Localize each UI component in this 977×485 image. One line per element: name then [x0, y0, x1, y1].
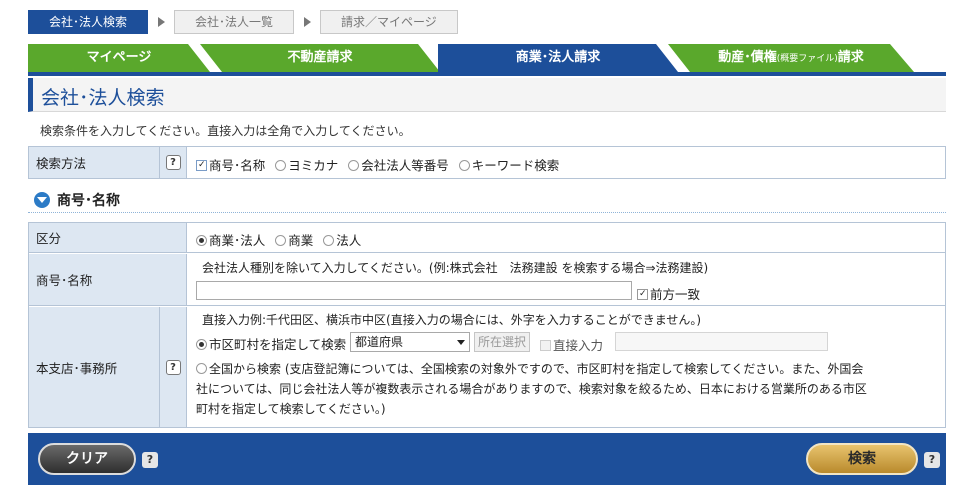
branch-help[interactable]: ? [159, 307, 186, 427]
radio-icon[interactable] [196, 363, 207, 374]
kubun-row: 区分 商業･法人 商業 法人 [29, 223, 945, 253]
search-button[interactable]: 検索 [806, 443, 918, 475]
radio-icon[interactable] [275, 235, 287, 246]
branch-option-nationwide-block: 全国から検索 (支店登記簿については、全国検索の対象外ですので、市区町村を指定し… [196, 359, 946, 419]
breadcrumb-step-company-list: 会社･法人一覧 [174, 10, 295, 34]
kubun-option-corporate[interactable]: 法人 [323, 233, 361, 248]
name-search-table: 区分 商業･法人 商業 法人 商号･名称 会社法人種別を除いて入力してください。… [28, 222, 946, 428]
tabs-underline [28, 72, 946, 76]
direct-input-field[interactable] [615, 332, 828, 351]
branch-option-nationwide[interactable]: 全国から検索 [196, 362, 281, 376]
branch-label: 本支店･事務所 [29, 307, 159, 427]
branch-example: 直接入力例:千代田区、横浜市中区(直接入力の場合には、外字を入力することができま… [202, 313, 702, 327]
kubun-label: 区分 [29, 223, 186, 252]
section-chevron-icon [34, 192, 50, 208]
radio-selected-icon[interactable] [196, 339, 207, 350]
radio-selected-icon[interactable] [196, 235, 207, 246]
radio-icon[interactable] [348, 160, 360, 171]
page-title: 会社･法人検索 [41, 87, 165, 109]
prefix-match-checkbox[interactable]: 前方一致 [637, 284, 700, 303]
shogo-row: 商号･名称 会社法人種別を除いて入力してください。(例:株式会社 法務建設 を検… [29, 254, 945, 306]
search-method-option-yomikana[interactable]: ヨミカナ [275, 158, 338, 173]
direct-input-checkbox[interactable]: 直接入力 [540, 335, 603, 354]
search-method-help[interactable]: ? [159, 147, 186, 178]
checkbox-checked-icon[interactable] [637, 289, 648, 300]
breadcrumb-step-request-mypage: 請求／マイページ [320, 10, 458, 34]
breadcrumb-step-company-search: 会社･法人検索 [28, 10, 149, 34]
breadcrumb-arrow-icon [304, 17, 312, 27]
kubun-options: 商業･法人 商業 法人 [186, 223, 945, 252]
branch-row: 本支店･事務所 ? 直接入力例:千代田区、横浜市中区(直接入力の場合には、外字を… [29, 307, 945, 427]
radio-selected-icon[interactable] [196, 160, 207, 171]
checkbox-icon[interactable] [540, 340, 551, 351]
main-tabs: マイページ 不動産請求 商業･法人請求 動産･債権(概要ファイル)請求 [28, 44, 946, 72]
search-method-label: 検索方法 [29, 147, 159, 178]
prefecture-select[interactable]: 都道府県 [350, 332, 470, 352]
help-icon[interactable]: ? [165, 359, 181, 375]
search-method-row: 検索方法 ? 商号･名称 ヨミカナ 会社法人等番号 キーワード検索 [29, 147, 945, 178]
shogo-label: 商号･名称 [29, 254, 186, 305]
section-divider [28, 212, 946, 213]
help-icon[interactable]: ? [165, 155, 181, 170]
nationwide-note-line1: (支店登記簿については、全国検索の対象外ですので、市区町村を指定して検索してくだ… [284, 362, 864, 376]
action-bar: クリア ? 検索 ? [28, 433, 946, 485]
kubun-option-commercial[interactable]: 商業 [275, 233, 313, 248]
shogo-input[interactable] [196, 281, 632, 300]
nationwide-note-line2: 社については、同じ会社法人等が複数表示される場合がありますので、検索対象を絞るた… [196, 382, 867, 396]
kubun-option-commercial-corporate[interactable]: 商業･法人 [196, 233, 265, 248]
radio-icon[interactable] [323, 235, 335, 246]
shogo-content: 会社法人種別を除いて入力してください。(例:株式会社 法務建設 を検索する場合⇒… [186, 254, 945, 305]
shogo-note: 会社法人種別を除いて入力してください。(例:株式会社 法務建設 を検索する場合⇒… [202, 261, 709, 275]
tab-movables-receivables-request[interactable]: 動産･債権(概要ファイル)請求 [668, 44, 914, 72]
breadcrumb: 会社･法人検索 会社･法人一覧 請求／マイページ [28, 10, 458, 34]
search-method-option-shogo[interactable]: 商号･名称 [196, 158, 265, 173]
breadcrumb-arrow-icon [158, 17, 166, 27]
dropdown-arrow-icon [457, 340, 465, 345]
location-select-button[interactable]: 所在選択 [474, 332, 531, 352]
clear-help-icon[interactable]: ? [142, 452, 158, 468]
tab-mypage[interactable]: マイページ [28, 44, 210, 72]
clear-button[interactable]: クリア [38, 443, 136, 475]
instruction-text: 検索条件を入力してください。直接入力は全角で入力してください。 [40, 124, 411, 138]
page-header: 会社･法人検索 [28, 78, 946, 112]
radio-icon[interactable] [458, 160, 470, 171]
search-method-options: 商号･名称 ヨミカナ 会社法人等番号 キーワード検索 [186, 147, 945, 178]
section-title: 商号･名称 [57, 193, 120, 209]
branch-option-city[interactable]: 市区町村を指定して検索 [196, 334, 346, 353]
nationwide-note-line3: 町村を指定して検索してください。) [196, 402, 386, 416]
tab-commercial-corporate-request[interactable]: 商業･法人請求 [438, 44, 678, 72]
branch-content: 直接入力例:千代田区、横浜市中区(直接入力の場合には、外字を入力することができま… [186, 307, 945, 427]
tab-real-estate-request[interactable]: 不動産請求 [200, 44, 440, 72]
search-help-icon[interactable]: ? [924, 452, 940, 468]
search-method-option-keyword[interactable]: キーワード検索 [458, 158, 559, 173]
search-method-option-corporate-number[interactable]: 会社法人等番号 [348, 158, 449, 173]
section-heading: 商号･名称 [34, 190, 120, 210]
search-method-table: 検索方法 ? 商号･名称 ヨミカナ 会社法人等番号 キーワード検索 [28, 146, 946, 179]
radio-icon[interactable] [275, 160, 287, 171]
